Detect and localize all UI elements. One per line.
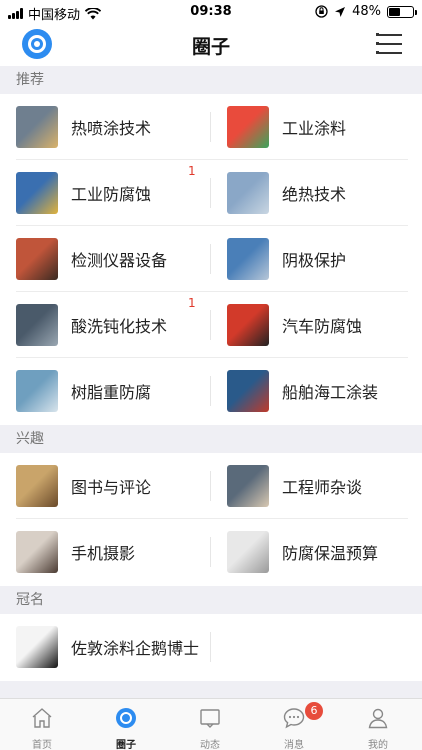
circle-icon xyxy=(116,708,136,728)
circle-thumbnail xyxy=(16,106,58,148)
user-icon xyxy=(368,708,388,729)
circle-item[interactable]: 检测仪器设备 xyxy=(16,226,210,292)
column-divider xyxy=(210,244,211,274)
section-header: 冠名 xyxy=(0,586,422,614)
grid-row: 佐敦涂料企鹅博士 xyxy=(0,614,422,680)
circle-item-label: 工程师杂谈 xyxy=(282,478,363,497)
grid-row: 热喷涂技术 工业涂料 xyxy=(0,94,422,160)
circle-item[interactable]: 树脂重防腐 xyxy=(16,358,210,424)
circle-item-label: 阴极保护 xyxy=(282,251,347,270)
menu-icon[interactable] xyxy=(376,33,402,55)
grid-row: 酸洗钝化技术 1 汽车防腐蚀 xyxy=(0,292,422,358)
column-divider xyxy=(210,178,211,208)
circle-item[interactable]: 船舶海工涂装 xyxy=(227,358,409,424)
circle-item-label: 热喷涂技术 xyxy=(71,119,152,138)
circle-item[interactable]: 工业涂料 xyxy=(227,94,409,160)
tab-circle[interactable]: 圈子 xyxy=(84,699,168,750)
circle-thumbnail xyxy=(227,531,269,573)
grid-row: 工业防腐蚀 1 绝热技术 xyxy=(0,160,422,226)
battery-percent: 48% xyxy=(352,4,381,19)
tab-profile[interactable]: 我的 xyxy=(336,699,420,750)
circle-item-label: 绝热技术 xyxy=(282,185,347,204)
circle-item[interactable]: 阴极保护 xyxy=(227,226,409,292)
navigation-bar: 圈子 xyxy=(0,24,422,66)
circle-item[interactable]: 汽车防腐蚀 xyxy=(227,292,409,358)
circle-item-label: 酸洗钝化技术 xyxy=(71,317,168,336)
circle-thumbnail xyxy=(227,465,269,507)
circle-item-label: 检测仪器设备 xyxy=(71,251,168,270)
circle-item-label: 佐敦涂料企鹅博士 xyxy=(71,639,200,658)
tab-messages[interactable]: 消息 xyxy=(252,699,336,750)
circle-thumbnail xyxy=(16,465,58,507)
grid-row: 图书与评论 工程师杂谈 xyxy=(0,453,422,519)
column-divider xyxy=(210,376,211,406)
feed-icon xyxy=(200,709,220,728)
battery-fill xyxy=(389,7,401,16)
circle-item-label: 图书与评论 xyxy=(71,478,152,497)
status-right: 48% xyxy=(315,4,417,19)
tab-feed-label: 动态 xyxy=(200,740,220,750)
unread-count: 1 xyxy=(188,296,196,310)
circle-thumbnail xyxy=(227,304,269,346)
tab-messages-label: 消息 xyxy=(284,740,304,750)
tab-home-label: 首页 xyxy=(32,740,52,750)
circle-item-label: 防腐保温预算 xyxy=(282,544,379,563)
battery-icon xyxy=(387,5,417,18)
column-divider xyxy=(210,310,211,340)
circle-item[interactable]: 工程师杂谈 xyxy=(227,453,409,519)
grid-row: 手机摄影 防腐保温预算 xyxy=(0,519,422,585)
circle-item-label: 船舶海工涂装 xyxy=(282,383,379,402)
unread-count: 1 xyxy=(188,164,196,178)
grid-row: 检测仪器设备 阴极保护 xyxy=(0,226,422,292)
circle-thumbnail xyxy=(227,106,269,148)
circle-item-label: 工业防腐蚀 xyxy=(71,185,152,204)
circle-item[interactable]: 图书与评论 xyxy=(16,453,210,519)
page-title: 圈子 xyxy=(191,36,230,58)
circle-item-label: 手机摄影 xyxy=(71,544,136,563)
rotation-lock-icon xyxy=(315,5,328,18)
circle-thumbnail xyxy=(16,304,58,346)
column-divider xyxy=(210,112,211,142)
circle-thumbnail xyxy=(227,238,269,280)
tab-feed[interactable]: 动态 xyxy=(168,699,252,750)
tab-circle-label: 圈子 xyxy=(116,740,136,750)
circle-item[interactable]: 工业防腐蚀 1 xyxy=(16,160,210,226)
tab-home[interactable]: 首页 xyxy=(0,699,84,750)
circle-item-label: 工业涂料 xyxy=(282,119,347,138)
column-divider xyxy=(210,537,211,567)
circle-item[interactable]: 绝热技术 xyxy=(227,160,409,226)
circle-thumbnail xyxy=(16,626,58,668)
message-badge: 6 xyxy=(305,702,323,720)
circle-item[interactable]: 热喷涂技术 xyxy=(16,94,210,160)
circle-thumbnail xyxy=(227,172,269,214)
circle-thumbnail xyxy=(16,531,58,573)
section-header: 兴趣 xyxy=(0,425,422,453)
column-divider xyxy=(210,632,211,662)
section-header: 推荐 xyxy=(0,66,422,94)
chat-icon xyxy=(283,708,305,729)
circle-item-label: 树脂重防腐 xyxy=(71,383,152,402)
circle-item-label: 汽车防腐蚀 xyxy=(282,317,363,336)
location-icon xyxy=(335,6,346,17)
circle-item[interactable]: 手机摄影 xyxy=(16,519,210,585)
circle-thumbnail xyxy=(227,370,269,412)
circle-thumbnail xyxy=(16,238,58,280)
circle-item[interactable]: 防腐保温预算 xyxy=(227,519,409,585)
footer-spacer xyxy=(0,681,422,698)
circle-item[interactable]: 酸洗钝化技术 1 xyxy=(16,292,210,358)
status-bar: 中国移动 09:38 48% xyxy=(0,0,422,24)
circle-thumbnail xyxy=(16,370,58,412)
tab-bar: 首页 圈子 动态 消息 6 我的 xyxy=(0,698,422,750)
circle-item[interactable]: 佐敦涂料企鹅博士 xyxy=(16,614,210,680)
home-icon xyxy=(32,708,52,728)
column-divider xyxy=(210,471,211,501)
circle-thumbnail xyxy=(16,172,58,214)
tab-profile-label: 我的 xyxy=(368,740,388,750)
grid-row: 树脂重防腐 船舶海工涂装 xyxy=(0,358,422,424)
